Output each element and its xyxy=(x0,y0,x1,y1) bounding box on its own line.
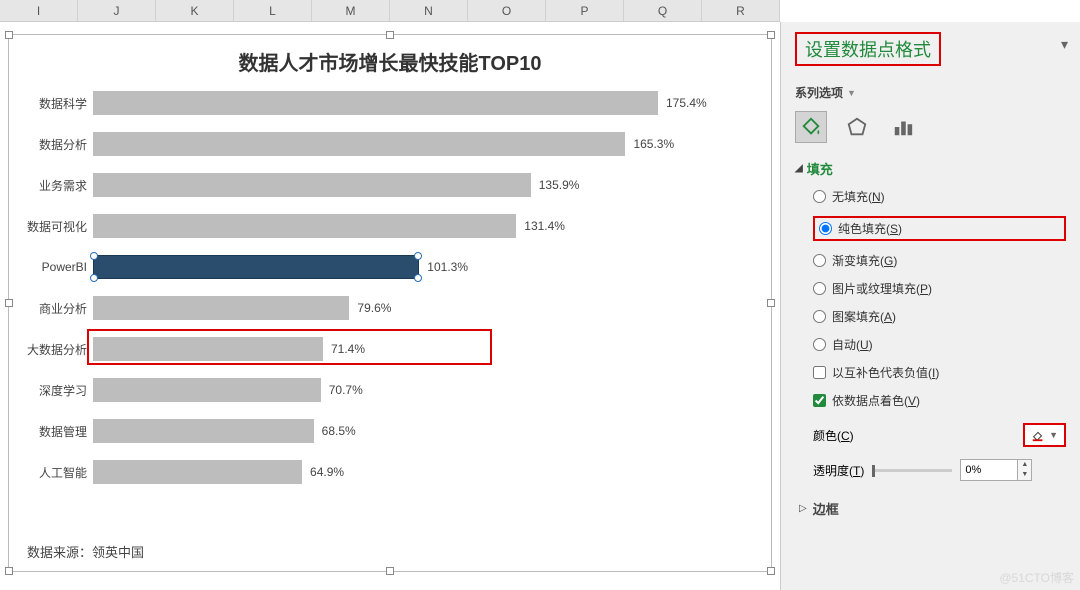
column-header[interactable]: L xyxy=(234,0,312,21)
bar-row: 数据科学 175.4% xyxy=(27,88,753,118)
color-label: 颜色(C) xyxy=(813,427,854,444)
column-header[interactable]: O xyxy=(468,0,546,21)
fill-option-gradient[interactable]: 渐变填充(G) xyxy=(813,252,1066,269)
bar-category-label: 深度学习 xyxy=(27,382,93,399)
bar-fill[interactable] xyxy=(93,460,302,484)
column-header[interactable]: J xyxy=(78,0,156,21)
transparency-row: 透明度(T) ▲▼ xyxy=(795,459,1066,481)
bar-category-label: 数据管理 xyxy=(27,423,93,440)
chart-area: 数据人才市场增长最快技能TOP10 数据科学 175.4% 数据分析 165.3… xyxy=(0,22,780,590)
bar-category-label: 数据可视化 xyxy=(27,218,93,235)
bar-category-label: 大数据分析 xyxy=(27,341,93,358)
dropdown-icon: ▼ xyxy=(847,88,856,98)
bar-fill[interactable] xyxy=(93,378,321,402)
close-icon[interactable]: ▾ xyxy=(1061,36,1068,53)
column-header[interactable]: N xyxy=(390,0,468,21)
bar-category-label: PowerBI xyxy=(27,260,93,274)
bar-row: 数据可视化 131.4% xyxy=(27,211,753,241)
fill-option-picture[interactable]: 图片或纹理填充(P) xyxy=(813,280,1066,297)
fill-option-solid[interactable]: 纯色填充(S) xyxy=(819,220,902,237)
watermark: @51CTO博客 xyxy=(999,569,1074,586)
expand-icon: ▷ xyxy=(799,503,807,514)
bar-fill[interactable] xyxy=(93,91,658,115)
vary-by-point-checkbox[interactable]: 依数据点着色(V) xyxy=(813,392,1066,409)
bar-fill[interactable] xyxy=(93,214,516,238)
series-options-label: 系列选项 xyxy=(795,84,843,101)
format-panel: 设置数据点格式 ▾ 系列选项 ▼ ◢ 填充 无填充(N) 纯色填充(S) 渐变填… xyxy=(780,22,1080,590)
chart-container[interactable]: 数据人才市场增长最快技能TOP10 数据科学 175.4% 数据分析 165.3… xyxy=(8,34,772,572)
column-headers: IJKLMNOPQR xyxy=(0,0,780,22)
series-tab-icon[interactable] xyxy=(887,111,919,143)
transparency-slider[interactable] xyxy=(872,469,952,472)
fill-option-auto[interactable]: 自动(U) xyxy=(813,336,1066,353)
color-row: 颜色(C) ▼ xyxy=(795,423,1066,447)
color-picker-button[interactable]: ▼ xyxy=(1023,423,1066,447)
border-label: 边框 xyxy=(813,499,839,518)
panel-title-highlight: 设置数据点格式 xyxy=(795,32,941,66)
bar-row: 数据分析 165.3% xyxy=(27,129,753,159)
fill-options: 无填充(N) 纯色填充(S) 渐变填充(G) 图片或纹理填充(P) 图案填充(A… xyxy=(795,188,1066,409)
bar-fill[interactable] xyxy=(93,132,625,156)
fill-option-pattern[interactable]: 图案填充(A) xyxy=(813,308,1066,325)
bar-fill[interactable] xyxy=(93,419,314,443)
fill-tab-icon[interactable] xyxy=(795,111,827,143)
fill-option-none[interactable]: 无填充(N) xyxy=(813,188,1066,205)
paint-bucket-icon xyxy=(1031,428,1045,442)
collapse-icon: ◢ xyxy=(795,163,803,174)
bar-category-label: 数据分析 xyxy=(27,136,93,153)
column-header[interactable]: I xyxy=(0,0,78,21)
column-header[interactable]: K xyxy=(156,0,234,21)
chart-source: 数据来源：领英中国 xyxy=(27,542,144,561)
bar-value-label: 68.5% xyxy=(322,424,356,438)
bars-group: 数据科学 175.4% 数据分析 165.3% 业务需求 135.9% 数据可视… xyxy=(27,88,753,487)
column-header[interactable]: Q xyxy=(624,0,702,21)
bar-fill[interactable] xyxy=(93,337,323,361)
transparency-label: 透明度(T) xyxy=(813,462,864,479)
column-header[interactable]: M xyxy=(312,0,390,21)
bar-row: PowerBI 101.3% xyxy=(27,252,753,282)
bar-value-label: 70.7% xyxy=(329,383,363,397)
bar-value-label: 64.9% xyxy=(310,465,344,479)
bar-value-label: 175.4% xyxy=(666,96,707,110)
bar-value-label: 131.4% xyxy=(524,219,565,233)
bar-row: 大数据分析 71.4% xyxy=(27,334,753,364)
bar-value-label: 71.4% xyxy=(331,342,365,356)
column-header[interactable]: R xyxy=(702,0,780,21)
bar-category-label: 业务需求 xyxy=(27,177,93,194)
bar-row: 业务需求 135.9% xyxy=(27,170,753,200)
main-layout: 数据人才市场增长最快技能TOP10 数据科学 175.4% 数据分析 165.3… xyxy=(0,22,1080,590)
bar-category-label: 商业分析 xyxy=(27,300,93,317)
fill-section-label: 填充 xyxy=(807,159,833,178)
effects-tab-icon[interactable] xyxy=(841,111,873,143)
bar-category-label: 人工智能 xyxy=(27,464,93,481)
bar-row: 人工智能 64.9% xyxy=(27,457,753,487)
bar-value-label: 79.6% xyxy=(357,301,391,315)
panel-title: 设置数据点格式 xyxy=(805,40,931,60)
format-tabs xyxy=(795,111,1066,143)
transparency-spinner[interactable]: ▲▼ xyxy=(1018,459,1032,481)
column-header[interactable]: P xyxy=(546,0,624,21)
border-section-header[interactable]: ▷ 边框 xyxy=(795,499,1066,518)
bar-fill[interactable] xyxy=(93,173,531,197)
bar-row: 数据管理 68.5% xyxy=(27,416,753,446)
bar-value-label: 165.3% xyxy=(633,137,674,151)
bar-value-label: 101.3% xyxy=(427,260,468,274)
bar-row: 深度学习 70.7% xyxy=(27,375,753,405)
bar-category-label: 数据科学 xyxy=(27,95,93,112)
bar-row: 商业分析 79.6% xyxy=(27,293,753,323)
bar-fill[interactable] xyxy=(93,296,349,320)
series-options-dropdown[interactable]: 系列选项 ▼ xyxy=(795,84,1066,101)
chart-title[interactable]: 数据人才市场增长最快技能TOP10 xyxy=(27,47,753,76)
bar-value-label: 135.9% xyxy=(539,178,580,192)
invert-negative-checkbox[interactable]: 以互补色代表负值(I) xyxy=(813,364,1066,381)
bar-fill[interactable] xyxy=(93,255,419,279)
dropdown-icon: ▼ xyxy=(1049,430,1058,440)
transparency-input[interactable] xyxy=(960,459,1018,481)
fill-section-header[interactable]: ◢ 填充 xyxy=(795,159,1066,178)
